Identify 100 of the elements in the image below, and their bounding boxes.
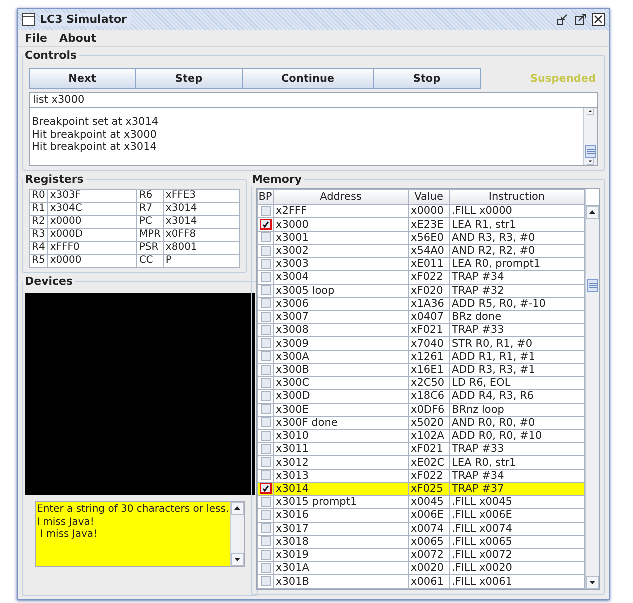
memory-row[interactable]: x3003 xE011 LEA R0, prompt1	[258, 258, 584, 271]
memory-row[interactable]: x3006 x1A36 ADD R5, R0, #-10	[258, 297, 584, 311]
table-cell: AND R3, R3, #0	[450, 231, 584, 244]
close-icon[interactable]	[592, 13, 605, 26]
table-cell: x000D	[48, 228, 137, 242]
breakpoint-checkbox[interactable]	[260, 246, 272, 257]
memory-row[interactable]: x3019 x0072 .FILL x0072	[258, 548, 584, 562]
table-cell: R6	[136, 190, 164, 202]
table-cell: x56E0	[408, 231, 450, 244]
table-cell: x7040	[408, 336, 450, 350]
memory-row[interactable]: x301B x0061 .FILL x0061	[258, 574, 584, 588]
command-field[interactable]: list x3000	[29, 92, 598, 108]
scroll-down-icon[interactable]	[586, 576, 599, 589]
scroll-thumb[interactable]	[585, 145, 596, 158]
memory-row[interactable]: x3009 x7040 STR R0, R1, #0	[258, 336, 584, 350]
column-header[interactable]: Instruction	[450, 190, 584, 205]
column-header[interactable]: Value	[408, 190, 450, 205]
table-cell: xFFE3	[163, 190, 240, 202]
table-cell: x3013	[274, 469, 408, 482]
toolbar-button[interactable]: Step	[135, 68, 243, 89]
breakpoint-checkbox[interactable]	[260, 285, 272, 296]
breakpoint-checkbox[interactable]	[260, 417, 272, 428]
memory-row[interactable]: x300D x18C6 ADD R4, R3, R6	[258, 390, 584, 404]
table-cell: BRnz loop	[450, 403, 584, 416]
breakpoint-checkbox[interactable]	[260, 430, 272, 442]
breakpoint-checkbox[interactable]	[260, 390, 272, 402]
memory-row[interactable]: x3001 x56E0 AND R3, R3, #0	[258, 231, 584, 244]
memory-row[interactable]: x300B x16E1 ADD R3, R3, #1	[258, 363, 584, 377]
memory-row[interactable]: x300A x1261 ADD R1, R1, #1	[258, 350, 584, 364]
memory-row[interactable]: x300C x2C50 LD R6, EOL	[258, 376, 584, 390]
scroll-up-icon[interactable]	[231, 502, 244, 515]
memory-row[interactable]: x3002 x54A0 AND R2, R2, #0	[258, 244, 584, 258]
log-line: Breakpoint set at x3014	[32, 116, 160, 128]
memory-row[interactable]: x300E x0DF6 BRnz loop	[258, 403, 584, 416]
memory-row[interactable]: x3016 x006E .FILL x006E	[258, 508, 584, 522]
scroll-up-icon[interactable]	[586, 206, 599, 219]
breakpoint-checkbox[interactable]	[260, 378, 272, 389]
panel-title: Memory	[251, 173, 304, 186]
table-cell: AND R0, R0, #0	[450, 416, 584, 430]
panel-title: Devices	[24, 275, 74, 288]
breakpoint-checkbox[interactable]	[260, 404, 272, 416]
memory-row[interactable]: x3008 xF021 TRAP #33	[258, 324, 584, 337]
breakpoint-checkbox[interactable]	[260, 312, 272, 323]
breakpoint-checkbox[interactable]	[260, 457, 272, 468]
breakpoint-checkbox[interactable]	[260, 298, 272, 310]
breakpoint-checkbox[interactable]	[260, 496, 272, 508]
toolbar-button[interactable]: Continue	[242, 68, 374, 89]
memory-row[interactable]: x300F done x5020 AND R0, R0, #0	[258, 416, 584, 430]
console-line: I miss Java!	[39, 529, 99, 542]
table-cell: TRAP #34	[450, 270, 584, 284]
memory-row[interactable]: x3018 x0065 .FILL x0065	[258, 535, 584, 548]
table-cell: R4	[30, 242, 48, 254]
breakpoint-checkbox[interactable]	[260, 338, 272, 350]
toolbar-button[interactable]: Next	[29, 68, 136, 89]
breakpoint-checkbox[interactable]	[260, 232, 272, 244]
memory-row[interactable]: x3007 x0407 BRz done	[258, 310, 584, 324]
memory-row[interactable]: x3005 loop xF020 TRAP #32	[258, 284, 584, 298]
column-header[interactable]: Address	[274, 190, 408, 205]
memory-row[interactable]: x2FFF x0000 .FILL x0000	[258, 204, 584, 218]
breakpoint-checkbox[interactable]	[260, 258, 272, 270]
breakpoint-checkbox[interactable]	[260, 483, 272, 494]
panel-title: Controls	[24, 49, 78, 62]
breakpoint-checkbox[interactable]	[260, 562, 272, 574]
scroll-thumb[interactable]	[587, 279, 598, 292]
memory-row[interactable]: x3000 xE23E LEA R1, str1	[258, 218, 584, 232]
column-header[interactable]: BP	[258, 190, 274, 205]
scroll-down-icon[interactable]	[231, 553, 244, 566]
breakpoint-checkbox[interactable]	[260, 510, 272, 521]
breakpoint-checkbox[interactable]	[260, 364, 272, 376]
maximize-icon[interactable]	[574, 13, 587, 26]
memory-row[interactable]: x3012 xE02C LEA R0, str1	[258, 456, 584, 470]
breakpoint-checkbox[interactable]	[260, 351, 272, 362]
memory-row[interactable]: x3014 xF025 TRAP #37	[258, 482, 584, 496]
table-cell: x3000	[274, 218, 408, 232]
breakpoint-checkbox[interactable]	[260, 206, 272, 217]
table-cell: xE23E	[408, 218, 450, 232]
memory-row[interactable]: x3004 xF022 TRAP #34	[258, 270, 584, 284]
memory-row[interactable]: x3015 prompt1 x0045 .FILL x0045	[258, 496, 584, 509]
breakpoint-checkbox[interactable]	[260, 550, 272, 561]
breakpoint-checkbox[interactable]	[260, 576, 272, 588]
memory-row[interactable]: x3010 x102A ADD R0, R0, #10	[258, 429, 584, 443]
table-cell: R3	[30, 228, 48, 242]
breakpoint-checkbox[interactable]	[260, 219, 272, 230]
breakpoint-checkbox[interactable]	[260, 444, 272, 455]
breakpoint-checkbox[interactable]	[260, 470, 272, 482]
toolbar-button[interactable]: Stop	[373, 68, 481, 89]
breakpoint-checkbox[interactable]	[260, 523, 272, 534]
table-cell: MPR	[136, 228, 164, 242]
memory-row[interactable]: x3011 xF021 TRAP #33	[258, 442, 584, 456]
memory-row[interactable]: x3017 x0074 .FILL x0074	[258, 522, 584, 536]
menu-item[interactable]: File	[24, 32, 49, 44]
table-cell: R7	[136, 202, 164, 216]
memory-row[interactable]: x301A x0020 .FILL x0020	[258, 562, 584, 575]
breakpoint-checkbox[interactable]	[260, 536, 272, 548]
breakpoint-checkbox[interactable]	[260, 272, 272, 283]
breakpoint-checkbox[interactable]	[260, 324, 272, 336]
menu-item[interactable]: About	[58, 32, 98, 44]
minimize-icon[interactable]	[556, 13, 569, 26]
memory-row[interactable]: x3013 xF022 TRAP #34	[258, 469, 584, 482]
table-cell: TRAP #34	[450, 469, 584, 482]
